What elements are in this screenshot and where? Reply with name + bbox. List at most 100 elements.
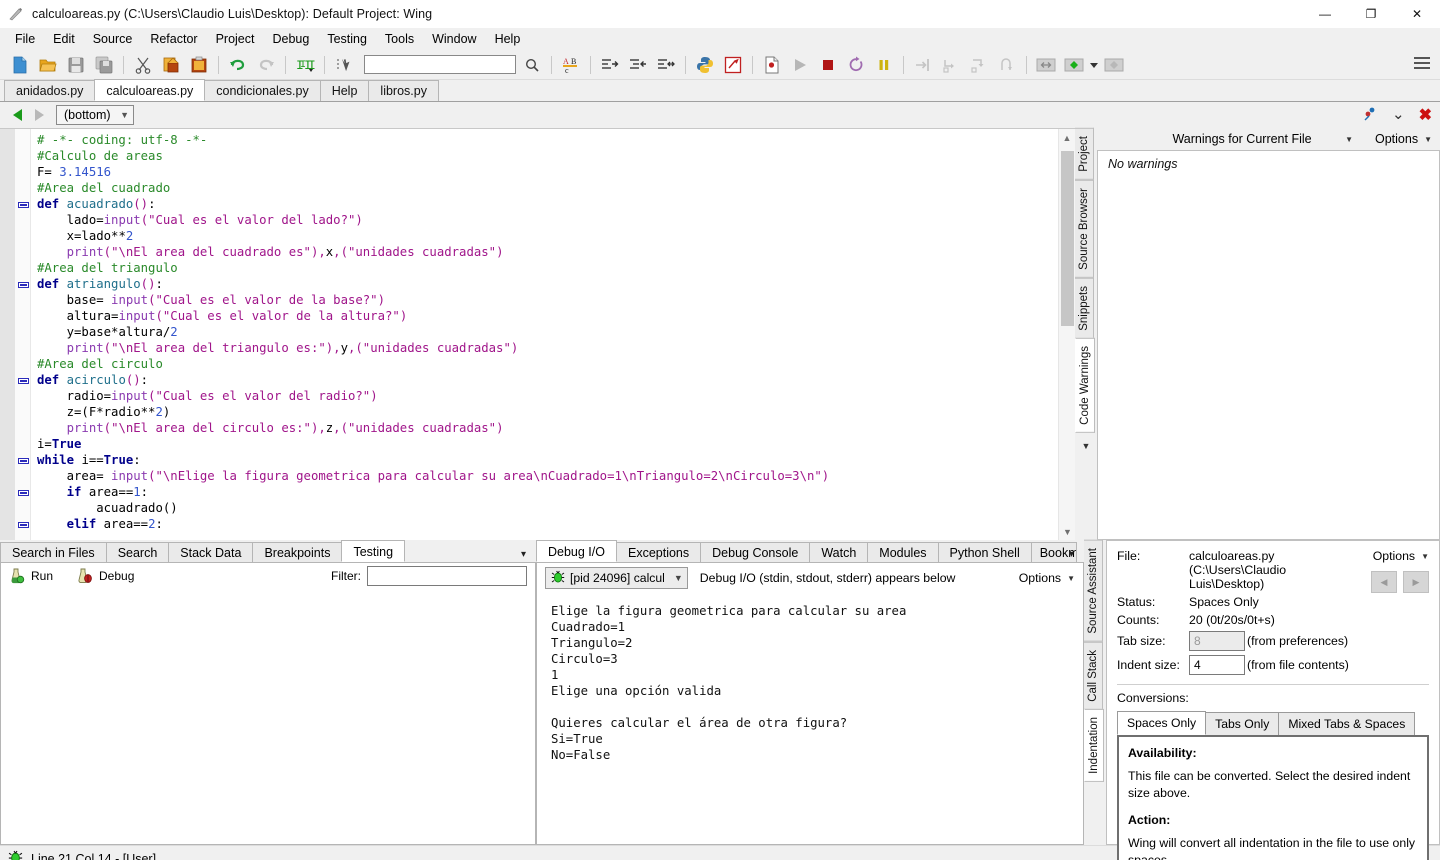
paste-icon[interactable] [185, 52, 213, 78]
fold-marker[interactable] [18, 199, 29, 210]
vtab-project[interactable]: Project [1075, 128, 1094, 180]
vtab-indentation[interactable]: Indentation [1084, 709, 1104, 783]
breakpoint-dropdown-icon[interactable] [1088, 52, 1100, 78]
step-into-icon[interactable] [909, 52, 937, 78]
menu-file[interactable]: File [6, 28, 44, 50]
debug-io-console-output[interactable]: Elige la figura geometrica para calcular… [537, 593, 1083, 763]
breakpoint-set-icon[interactable] [1032, 52, 1060, 78]
cut-icon[interactable] [129, 52, 157, 78]
warnings-title-caret-icon[interactable]: ▼ [1345, 135, 1353, 144]
conv-tab-tabs-only[interactable]: Tabs Only [1205, 712, 1280, 735]
replace-icon[interactable]: ABc [557, 52, 585, 78]
tab-stack-data[interactable]: Stack Data [168, 542, 254, 562]
editor-tab-calculoareas[interactable]: calculoareas.py [94, 79, 206, 101]
indent-options-caret-icon[interactable]: ▼ [1421, 552, 1429, 561]
indent-balance-icon[interactable] [652, 52, 680, 78]
breakpoint-clear-icon[interactable] [1100, 52, 1128, 78]
copy-icon[interactable] [157, 52, 185, 78]
indent-size-input[interactable] [1189, 655, 1245, 675]
pin-icon[interactable] [1362, 106, 1378, 125]
maximize-button[interactable]: ❐ [1348, 0, 1394, 28]
menu-tools[interactable]: Tools [376, 28, 423, 50]
editor-tab-condicionales[interactable]: condicionales.py [204, 80, 321, 101]
indent-guides-icon[interactable]: IIII [291, 52, 319, 78]
warnings-options-label[interactable]: Options [1375, 132, 1418, 146]
debug-io-options-caret-icon[interactable]: ▼ [1067, 574, 1075, 583]
menu-testing[interactable]: Testing [318, 28, 376, 50]
fold-marker[interactable] [18, 519, 29, 530]
tab-watch[interactable]: Watch [809, 542, 869, 562]
menu-refactor[interactable]: Refactor [141, 28, 206, 50]
code-text-area[interactable]: # -*- coding: utf-8 -*- #Calculo de area… [31, 129, 1058, 540]
vtab-code-warnings[interactable]: Code Warnings [1075, 338, 1095, 434]
indent-left-icon[interactable] [624, 52, 652, 78]
stop-icon[interactable] [814, 52, 842, 78]
editor-vertical-scrollbar[interactable]: ▲ ▼ [1058, 129, 1075, 540]
scroll-up-button[interactable]: ▲ [1059, 129, 1075, 146]
scrollbar-thumb[interactable] [1061, 151, 1074, 326]
filter-input[interactable] [367, 566, 527, 586]
menu-debug[interactable]: Debug [263, 28, 318, 50]
menu-help[interactable]: Help [486, 28, 530, 50]
vtab-source-assistant[interactable]: Source Assistant [1084, 540, 1103, 642]
vtab-source-browser[interactable]: Source Browser [1075, 179, 1094, 278]
menu-edit[interactable]: Edit [44, 28, 84, 50]
close-button[interactable]: ✕ [1394, 0, 1440, 28]
restart-icon[interactable] [842, 52, 870, 78]
search-input[interactable] [364, 55, 516, 74]
scope-selector[interactable]: (bottom) ▼ [56, 105, 134, 125]
testing-debug-button[interactable]: Debug [77, 568, 134, 584]
testing-run-button[interactable]: Run [9, 568, 53, 584]
save-file-icon[interactable] [62, 52, 90, 78]
menu-project[interactable]: Project [207, 28, 264, 50]
editor-tab-anidados[interactable]: anidados.py [4, 80, 96, 101]
conv-tab-mixed[interactable]: Mixed Tabs & Spaces [1278, 712, 1416, 735]
tab-search[interactable]: Search [105, 542, 170, 562]
fold-marker[interactable] [18, 375, 29, 386]
hamburger-icon[interactable] [1414, 57, 1430, 69]
undo-icon[interactable] [224, 52, 252, 78]
fold-marker[interactable] [18, 487, 29, 498]
breakpoint-enable-icon[interactable] [1060, 52, 1088, 78]
conv-tab-spaces-only[interactable]: Spaces Only [1117, 711, 1207, 735]
redo-icon[interactable] [252, 52, 280, 78]
fold-marker[interactable] [18, 279, 29, 290]
vtab-bottom-overflow-caret[interactable]: ▼ [1084, 782, 1106, 860]
step-return-icon[interactable] [993, 52, 1021, 78]
debug-io-options-label[interactable]: Options [1019, 571, 1061, 585]
editor-tab-libros[interactable]: libros.py [368, 80, 439, 101]
scroll-down-button[interactable]: ▼ [1059, 523, 1076, 540]
indent-right-icon[interactable] [596, 52, 624, 78]
process-selector[interactable]: [pid 24096] calcul ▼ [545, 567, 688, 589]
editor-tab-help[interactable]: Help [319, 80, 370, 101]
run-icon[interactable] [786, 52, 814, 78]
indent-prev-button[interactable]: ◀ [1371, 571, 1397, 593]
select-pointer-icon[interactable] [330, 52, 358, 78]
vtab-call-stack[interactable]: Call Stack [1084, 641, 1103, 710]
tab-breakpoints[interactable]: Breakpoints [252, 542, 343, 562]
search-icon[interactable] [518, 52, 546, 78]
bottom-left-overflow-caret-icon[interactable]: ▾ [521, 549, 526, 560]
pause-icon[interactable] [870, 52, 898, 78]
python-shell-icon[interactable] [691, 52, 719, 78]
step-out-icon[interactable] [965, 52, 993, 78]
tab-exceptions[interactable]: Exceptions [615, 542, 702, 562]
minimize-button[interactable]: — [1302, 0, 1348, 28]
open-file-icon[interactable] [34, 52, 62, 78]
indent-next-button[interactable]: ▶ [1403, 571, 1429, 593]
editor-close-icon[interactable]: ✖ [1419, 105, 1432, 125]
tab-python-shell[interactable]: Python Shell [937, 542, 1032, 562]
vtab-snippets[interactable]: Snippets [1075, 277, 1094, 339]
nav-forward-button[interactable] [28, 104, 50, 126]
code-editor[interactable]: # -*- coding: utf-8 -*- #Calculo de area… [0, 128, 1075, 540]
debug-file-icon[interactable] [758, 52, 786, 78]
new-file-icon[interactable] [6, 52, 34, 78]
tab-debug-console[interactable]: Debug Console [700, 542, 811, 562]
editor-menu-chevron-icon[interactable]: ⌄ [1392, 107, 1405, 122]
save-all-icon[interactable] [90, 52, 118, 78]
debug-probe-icon[interactable] [719, 52, 747, 78]
menu-source[interactable]: Source [84, 28, 142, 50]
fold-marker[interactable] [18, 455, 29, 466]
tab-debug-io[interactable]: Debug I/O [536, 540, 617, 562]
step-over-icon[interactable] [937, 52, 965, 78]
